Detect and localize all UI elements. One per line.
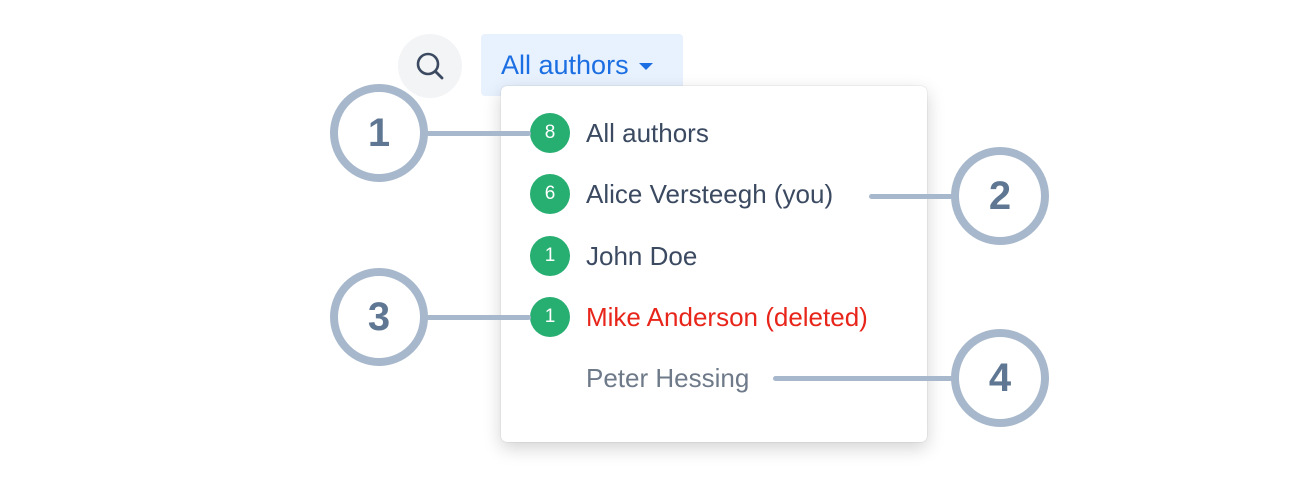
callout-number: 4	[988, 355, 1012, 400]
callout-leader-3	[425, 315, 531, 320]
callout-3: 3	[330, 268, 428, 366]
count-badge: 8	[530, 113, 570, 153]
menu-item-label: All authors	[586, 117, 709, 148]
menu-item-label: Mike Anderson (deleted)	[586, 301, 868, 332]
count-badge: 6	[530, 174, 570, 214]
search-button[interactable]	[398, 34, 462, 98]
menu-item-mike-anderson[interactable]: 1 Mike Anderson (deleted)	[530, 297, 868, 337]
count-badge: 1	[530, 297, 570, 337]
author-filter-label: All authors	[501, 49, 629, 80]
count-badge: 1	[530, 236, 570, 276]
callout-leader-1	[425, 131, 531, 136]
menu-item-john-doe[interactable]: 1 John Doe	[530, 236, 697, 276]
search-icon	[416, 52, 444, 80]
menu-item-all-authors[interactable]: 8 All authors	[530, 113, 709, 153]
menu-item-label: John Doe	[586, 240, 698, 271]
callout-number: 1	[367, 110, 391, 155]
callout-leader-2	[869, 194, 953, 199]
menu-item-alice-versteegh[interactable]: 6 Alice Versteegh (you)	[530, 174, 833, 214]
callout-number: 3	[367, 294, 391, 339]
menu-item-label: Peter Hessing	[586, 362, 750, 393]
author-menu: 8 All authors 6 Alice Versteegh (you) 1 …	[501, 86, 927, 442]
callout-number: 2	[988, 173, 1012, 218]
callout-1: 1	[330, 84, 428, 182]
callout-2: 2	[951, 147, 1049, 245]
badge-placeholder	[530, 358, 570, 398]
callout-4: 4	[951, 329, 1049, 427]
menu-item-peter-hessing[interactable]: Peter Hessing	[530, 358, 749, 398]
callout-leader-4	[773, 376, 953, 381]
annotated-screenshot: All authors 8 All authors 6 Alice Verste…	[0, 0, 1310, 501]
menu-item-label: Alice Versteegh (you)	[586, 178, 834, 209]
caret-down-icon	[638, 62, 653, 70]
